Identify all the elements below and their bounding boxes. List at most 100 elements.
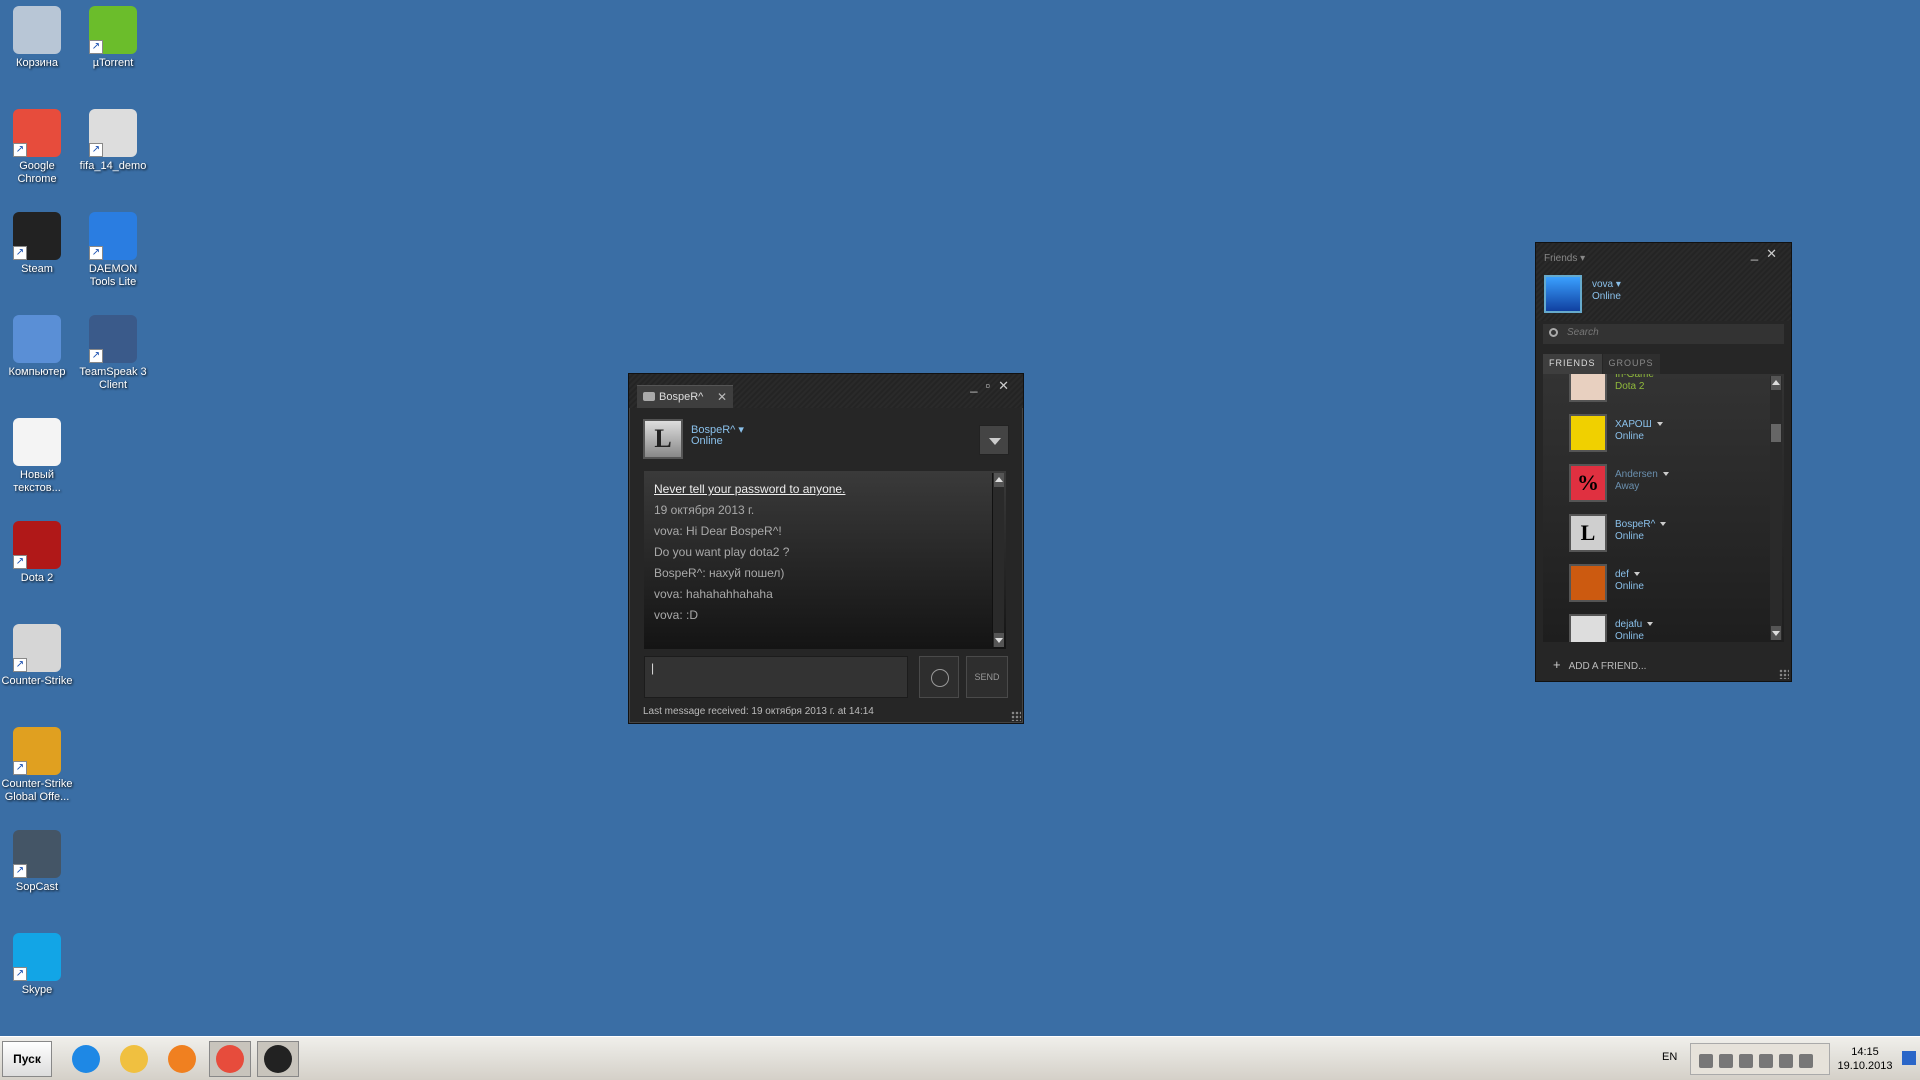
- scroll-up-icon[interactable]: [994, 473, 1004, 487]
- desktop-icon-label: Counter-Strike Global Offe...: [1, 778, 73, 803]
- close-icon[interactable]: ✕: [1766, 246, 1785, 261]
- display-tray-icon[interactable]: [1779, 1054, 1793, 1068]
- clock-date: 19.10.2013: [1837, 1060, 1893, 1072]
- language-indicator[interactable]: EN: [1662, 1051, 1677, 1063]
- friend-list-item[interactable]: L BospeR^ Online: [1569, 514, 1759, 554]
- desktop-icon-label: SopCast: [15, 881, 59, 893]
- friend-list-item[interactable]: def Online: [1569, 564, 1759, 604]
- network-tray-icon[interactable]: [1739, 1054, 1753, 1068]
- friend-avatar[interactable]: [1569, 414, 1607, 452]
- chevron-down-icon[interactable]: [1662, 472, 1669, 477]
- steam-tray-icon[interactable]: [1719, 1054, 1733, 1068]
- friend-avatar[interactable]: [1569, 374, 1607, 402]
- start-button[interactable]: Пуск: [2, 1041, 52, 1077]
- resize-grip[interactable]: [1779, 669, 1789, 679]
- chevron-down-icon[interactable]: [1633, 572, 1640, 577]
- chat-options-button[interactable]: [979, 425, 1009, 455]
- desktop-icon[interactable]: Новый текстов...: [0, 418, 75, 495]
- friend-name: def: [1615, 569, 1640, 580]
- friend-list-item[interactable]: In-Game Dota 2: [1569, 374, 1759, 404]
- my-avatar[interactable]: [1544, 275, 1582, 313]
- volume-icon[interactable]: [1799, 1054, 1813, 1068]
- explorer-icon: [120, 1045, 148, 1073]
- friend-avatar[interactable]: [1569, 564, 1607, 602]
- desktop-icon[interactable]: ↗ Steam: [0, 212, 75, 276]
- chat-message: Do you want play dota2 ?: [654, 545, 790, 559]
- desktop-icon-label: µTorrent: [92, 57, 134, 69]
- friend-name: In-Game: [1615, 374, 1654, 380]
- my-status: Online: [1592, 291, 1621, 302]
- chat-message-input[interactable]: |: [644, 656, 908, 698]
- clock[interactable]: 14:15 19.10.2013: [1830, 1045, 1900, 1073]
- chevron-down-icon[interactable]: ▾: [738, 424, 744, 436]
- close-tab-icon[interactable]: ✕: [717, 390, 727, 404]
- desktop-icon[interactable]: ↗ Dota 2: [0, 521, 75, 585]
- minimize-icon[interactable]: _: [970, 378, 985, 393]
- taskbar-steam-button[interactable]: [257, 1041, 299, 1077]
- scroll-up-icon[interactable]: [1771, 376, 1781, 390]
- close-icon[interactable]: ✕: [998, 378, 1017, 393]
- tray-expand-icon[interactable]: [1699, 1054, 1713, 1068]
- chat-scrollbar[interactable]: [992, 473, 1004, 647]
- desktop-icon[interactable]: ↗ TeamSpeak 3 Client: [75, 315, 151, 392]
- scroll-thumb[interactable]: [1771, 424, 1781, 442]
- taskbar-ie-button[interactable]: [65, 1041, 107, 1077]
- friend-status: Away: [1615, 481, 1640, 492]
- scroll-down-icon[interactable]: [994, 633, 1004, 647]
- my-name[interactable]: vova ▾: [1592, 279, 1621, 290]
- friends-header: Friends ▾ _✕ vova ▾ Online: [1536, 243, 1791, 321]
- chevron-down-icon[interactable]: ▾: [1616, 279, 1621, 290]
- maximize-icon[interactable]: ▫: [985, 378, 998, 393]
- desktop-icon[interactable]: ↗ Counter-Strike: [0, 624, 75, 688]
- friends-scrollbar[interactable]: [1770, 376, 1782, 640]
- desktop-icon[interactable]: ↗ DAEMON Tools Lite: [75, 212, 151, 289]
- friend-list-item[interactable]: % Andersen Away: [1569, 464, 1759, 504]
- taskbar-media-player-button[interactable]: [161, 1041, 203, 1077]
- minimize-icon[interactable]: _: [1751, 246, 1766, 261]
- password-warning[interactable]: Never tell your password to anyone.: [654, 479, 996, 500]
- usb-tray-icon[interactable]: [1759, 1054, 1773, 1068]
- shortcut-arrow-icon: ↗: [89, 40, 103, 54]
- desktop-icon[interactable]: ↗ Google Chrome: [0, 109, 75, 186]
- desktop-icon-label: Steam: [21, 263, 53, 275]
- chevron-down-icon[interactable]: [1656, 422, 1663, 427]
- desktop-icon[interactable]: ↗ SopCast: [0, 830, 75, 894]
- chevron-down-icon[interactable]: ▾: [1580, 253, 1585, 264]
- chevron-down-icon[interactable]: [1647, 622, 1654, 627]
- friends-search-input[interactable]: Search: [1543, 324, 1784, 344]
- desktop-icon[interactable]: Компьютер: [0, 315, 75, 379]
- add-friend-button[interactable]: + ADD A FRIEND...: [1553, 657, 1646, 672]
- tab-groups[interactable]: GROUPS: [1602, 354, 1660, 374]
- friend-status: Online: [1615, 531, 1644, 542]
- friends-title[interactable]: Friends ▾: [1544, 253, 1585, 264]
- desktop-icon-label: Counter-Strike: [1, 675, 73, 687]
- friend-avatar[interactable]: L: [1569, 514, 1607, 552]
- scroll-down-icon[interactable]: [1771, 626, 1781, 640]
- resize-grip[interactable]: [1011, 711, 1021, 721]
- desktop-icon[interactable]: ↗ fifa_14_demo: [75, 109, 151, 173]
- desktop-icon[interactable]: ↗ Skype: [0, 933, 75, 997]
- clock-time: 14:15: [1851, 1046, 1879, 1058]
- emoticon-button[interactable]: [919, 656, 959, 698]
- send-button[interactable]: SEND: [966, 656, 1008, 698]
- desktop-icon[interactable]: ↗ µTorrent: [75, 6, 151, 70]
- friend-list-item[interactable]: dejafu Online: [1569, 614, 1759, 642]
- show-desktop-button[interactable]: [1902, 1051, 1916, 1065]
- skype-icon: ↗: [13, 933, 61, 981]
- taskbar-chrome-button[interactable]: [209, 1041, 251, 1077]
- chevron-down-icon[interactable]: [1660, 522, 1667, 527]
- taskbar-explorer-button[interactable]: [113, 1041, 155, 1077]
- desktop-icon[interactable]: Корзина: [0, 6, 75, 70]
- desktop-icon[interactable]: ↗ Counter-Strike Global Offe...: [0, 727, 75, 804]
- friend-avatar[interactable]: L: [643, 419, 683, 459]
- tab-friends[interactable]: FRIENDS: [1543, 354, 1602, 374]
- friend-avatar[interactable]: [1569, 614, 1607, 642]
- friend-avatar[interactable]: %: [1569, 464, 1607, 502]
- chat-titlebar[interactable]: BospeR^ ✕ _▫✕: [629, 374, 1023, 408]
- daemon-tools-icon: ↗: [89, 212, 137, 260]
- friend-list-item[interactable]: ХАРОШ Online: [1569, 414, 1759, 454]
- search-placeholder: Search: [1567, 327, 1599, 338]
- sopcast-icon: ↗: [13, 830, 61, 878]
- shortcut-arrow-icon: ↗: [13, 143, 27, 157]
- chat-tab[interactable]: BospeR^ ✕: [637, 385, 733, 408]
